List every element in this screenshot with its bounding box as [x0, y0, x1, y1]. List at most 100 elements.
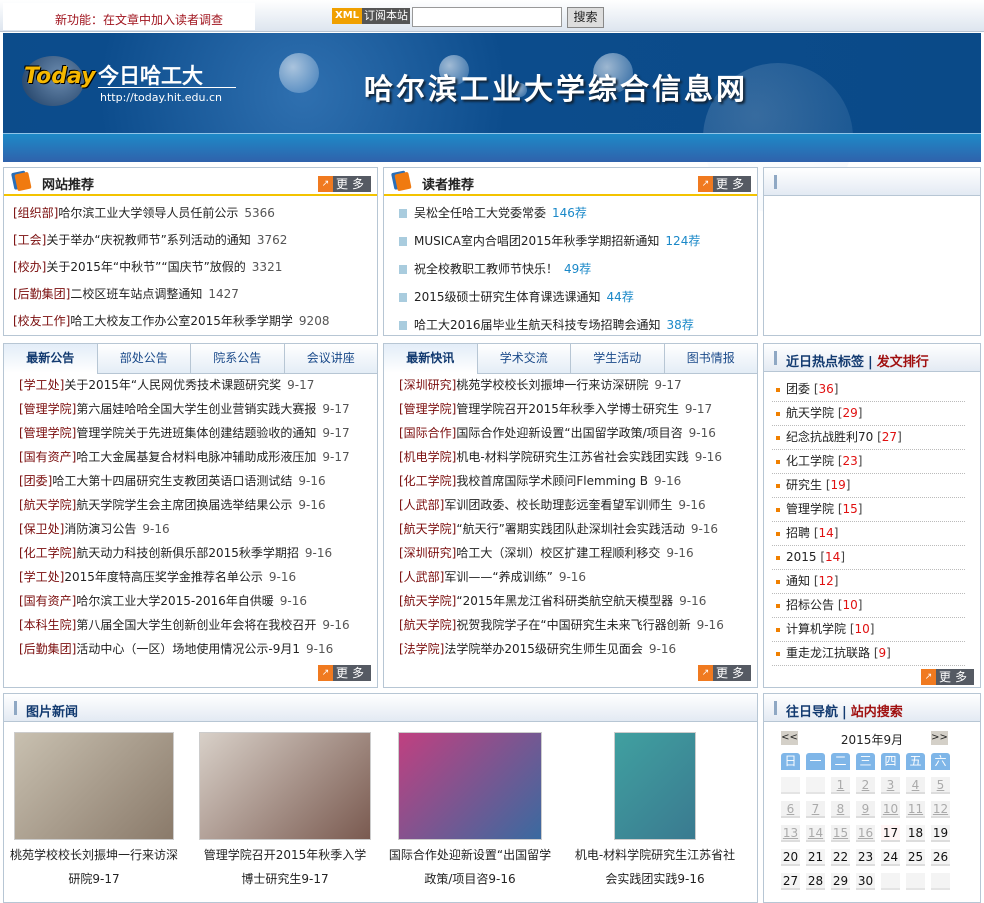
category-tag[interactable]: [航天学院]: [19, 498, 76, 512]
list-item[interactable]: [法学院]法学院举办2015级研究生师生见面会 9-16: [399, 640, 676, 657]
item-title[interactable]: 二校区班车站点调整通知: [70, 287, 202, 301]
calendar-day[interactable]: 24: [881, 849, 900, 866]
category-tag[interactable]: [保卫处]: [19, 522, 64, 536]
next-month-button[interactable]: >>: [931, 731, 948, 745]
item-title[interactable]: 祝贺我院学子在“中国研究生未来飞行器创新: [456, 618, 690, 632]
item-title[interactable]: 国际合作处迎新设置“出国留学政策/项目咨: [456, 426, 682, 440]
list-item[interactable]: [航天学院]“2015年黑龙江省科研类航空航天模型器 9-16: [399, 592, 706, 609]
category-tag[interactable]: [深圳研究]: [399, 546, 456, 560]
tab-2[interactable]: 学生活动: [570, 344, 664, 373]
item-title[interactable]: 军训团政委、校长助理彭远奎看望军训师生: [444, 498, 672, 512]
news-photo[interactable]: [199, 732, 371, 840]
category-tag[interactable]: [航天学院]: [399, 594, 456, 608]
list-item[interactable]: [深圳研究]桃苑学校校长刘振坤一行来访深研院 9-17: [399, 376, 682, 393]
list-item[interactable]: [国际合作]国际合作处迎新设置“出国留学政策/项目咨 9-16: [399, 424, 716, 441]
list-item[interactable]: [管理学院]管理学院召开2015年秋季入学博士研究生 9-17: [399, 400, 712, 417]
category-tag[interactable]: [本科生院]: [19, 618, 76, 632]
list-item[interactable]: [后勤集团]二校区班车站点调整通知 1427: [13, 285, 239, 302]
tag-name[interactable]: 重走龙江抗联路: [786, 646, 870, 660]
photo-news-item[interactable]: 桃苑学校校长刘振坤一行来访深 研院9-17: [4, 732, 184, 891]
news-photo[interactable]: [14, 732, 174, 840]
list-item[interactable]: [国有资产]哈工大金属基复合材料电脉冲辅助成形液压加 9-17: [19, 448, 350, 465]
more-button[interactable]: ↗ 更多: [318, 176, 371, 192]
list-item[interactable]: [管理学院]管理学院关于先进班集体创建结题验收的通知 9-17: [19, 424, 350, 441]
calendar-day[interactable]: 28: [806, 873, 825, 890]
category-tag[interactable]: [人武部]: [399, 570, 444, 584]
list-item[interactable]: [保卫处]消防演习公告 9-16: [19, 520, 170, 537]
list-item[interactable]: [航天学院]航天学院学生会主席团换届选举结果公示 9-16: [19, 496, 326, 513]
category-tag[interactable]: [学工处]: [19, 378, 64, 392]
category-tag[interactable]: [后勤集团]: [19, 642, 76, 656]
tag-name[interactable]: 招标公告: [786, 598, 834, 612]
category-tag[interactable]: [化工学院]: [19, 546, 76, 560]
hot-tag-item[interactable]: 招聘 [14]: [772, 522, 965, 546]
category-tag[interactable]: [国有资产]: [19, 594, 76, 608]
list-item[interactable]: 祝全校教职工教师节快乐！ 49荐: [399, 260, 591, 277]
item-title[interactable]: 军训——“养成训练”: [444, 570, 552, 584]
calendar-day[interactable]: 23: [856, 849, 875, 866]
item-title[interactable]: 法学院举办2015级研究生师生见面会: [444, 642, 643, 656]
hot-tag-item[interactable]: 2015 [14]: [772, 546, 965, 570]
hot-tag-item[interactable]: 航天学院 [29]: [772, 402, 965, 426]
calendar-day[interactable]: 9: [856, 801, 875, 818]
category-tag[interactable]: [机电学院]: [399, 450, 456, 464]
item-title[interactable]: 哈工大校友工作办公室2015年秋季学期学: [70, 314, 293, 328]
list-item[interactable]: 2015级硕士研究生体育课选课通知 44荐: [399, 288, 634, 305]
item-title[interactable]: 祝全校教职工教师节快乐！: [414, 262, 558, 276]
photo-caption[interactable]: 管理学院召开2015年秋季入学 博士研究生9-17: [195, 843, 375, 891]
tab-hot-tags[interactable]: 近日热点标签: [786, 355, 864, 370]
category-tag[interactable]: [人武部]: [399, 498, 444, 512]
list-item[interactable]: [工会]关于举办“庆祝教师节”系列活动的通知 3762: [13, 231, 287, 248]
new-feature-link[interactable]: 新功能：在文章中加入读者调查: [55, 11, 223, 28]
hot-tag-item[interactable]: 化工学院 [23]: [772, 450, 965, 474]
item-title[interactable]: 航天动力科技创新俱乐部2015秋季学期招: [76, 546, 299, 560]
more-button[interactable]: ↗ 更多: [921, 669, 974, 685]
list-item[interactable]: [校友工作]哈工大校友工作办公室2015年秋季学期学 9208: [13, 312, 329, 329]
tag-name[interactable]: 招聘: [786, 526, 810, 540]
tag-name[interactable]: 通知: [786, 574, 810, 588]
tag-name[interactable]: 2015: [786, 550, 817, 564]
hot-tag-item[interactable]: 计算机学院 [10]: [772, 618, 965, 642]
item-title[interactable]: 哈工大第十四届研究生支教团英语口语测试结: [52, 474, 292, 488]
list-item[interactable]: 吴松全任哈工大党委常委 146荐: [399, 204, 587, 221]
calendar-day[interactable]: 29: [831, 873, 850, 890]
calendar-day[interactable]: 20: [781, 849, 800, 866]
list-item[interactable]: [人武部]军训团政委、校长助理彭远奎看望军训师生 9-16: [399, 496, 706, 513]
tag-name[interactable]: 计算机学院: [786, 622, 846, 636]
category-tag[interactable]: [组织部]: [13, 206, 58, 220]
hot-tag-item[interactable]: 管理学院 [15]: [772, 498, 965, 522]
item-title[interactable]: 哈尔滨工业大学领导人员任前公示: [58, 206, 238, 220]
calendar-day[interactable]: 13: [781, 825, 800, 842]
photo-news-item[interactable]: 机电-材料学院研究生江苏省社 会实践团实践9-16: [560, 732, 750, 891]
list-item[interactable]: [机电学院]机电-材料学院研究生江苏省社会实践团实践 9-16: [399, 448, 722, 465]
category-tag[interactable]: [国际合作]: [399, 426, 456, 440]
list-item[interactable]: [学工处]2015年度特高压奖学金推荐名单公示 9-16: [19, 568, 296, 585]
category-tag[interactable]: [深圳研究]: [399, 378, 456, 392]
tab-3[interactable]: 图书情报: [663, 344, 757, 373]
list-item[interactable]: [团委]哈工大第十四届研究生支教团英语口语测试结 9-16: [19, 472, 326, 489]
item-title[interactable]: 桃苑学校校长刘振坤一行来访深研院: [456, 378, 648, 392]
tag-name[interactable]: 化工学院: [786, 454, 834, 468]
calendar-day[interactable]: 10: [881, 801, 900, 818]
more-button[interactable]: ↗ 更多: [318, 665, 371, 681]
calendar-day[interactable]: 2: [856, 777, 875, 794]
calendar-day[interactable]: 26: [931, 849, 950, 866]
tab-3[interactable]: 会议讲座: [283, 344, 377, 373]
item-title[interactable]: 第六届娃哈哈全国大学生创业营销实践大赛报: [76, 402, 316, 416]
tab-site-search[interactable]: 站内搜索: [851, 705, 903, 720]
item-title[interactable]: “航天行”署期实践团队赴深圳社会实践活动: [456, 522, 684, 536]
hot-tag-item[interactable]: 重走龙江抗联路 [9]: [772, 642, 965, 666]
calendar-day[interactable]: 7: [806, 801, 825, 818]
list-item[interactable]: [深圳研究]哈工大（深圳）校区扩建工程顺利移交 9-16: [399, 544, 694, 561]
category-tag[interactable]: [校友工作]: [13, 314, 70, 328]
photo-caption[interactable]: 机电-材料学院研究生江苏省社 会实践团实践9-16: [560, 843, 750, 891]
list-item[interactable]: [化工学院]航天动力科技创新俱乐部2015秋季学期招 9-16: [19, 544, 332, 561]
calendar-day[interactable]: 1: [831, 777, 850, 794]
item-title[interactable]: 航天学院学生会主席团换届选举结果公示: [76, 498, 292, 512]
tab-1[interactable]: 学术交流: [476, 344, 570, 373]
item-title[interactable]: 管理学院召开2015年秋季入学博士研究生: [456, 402, 679, 416]
hot-tag-item[interactable]: 纪念抗战胜利70 [27]: [772, 426, 965, 450]
list-item[interactable]: [学工处]关于2015年“人民网优秀技术课题研究奖 9-17: [19, 376, 314, 393]
list-item[interactable]: 哈工大2016届毕业生航天科技专场招聘会通知 38荐: [399, 316, 694, 333]
hot-tag-item[interactable]: 团委 [36]: [772, 378, 965, 402]
